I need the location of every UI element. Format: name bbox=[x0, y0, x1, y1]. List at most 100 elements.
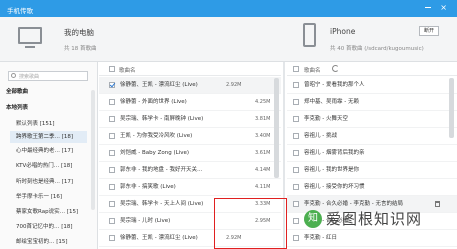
sidebar: 搜索歌曲 全部歌曲 本地列表 默认列表 [151] 跨界歌王第二季… [18] … bbox=[0, 62, 98, 249]
song-name: 徐静蕾、王凯 - 漂流红尘 (Live) bbox=[120, 235, 198, 241]
sidebar-playlist-item[interactable]: 举手摩卡乐一 [16] bbox=[16, 191, 62, 203]
song-size: 4.11M bbox=[255, 184, 271, 190]
song-row[interactable]: 徐静蕾、王凯 - 漂流红尘 (Live) 2.92M bbox=[99, 77, 281, 94]
song-name: 王凯 - 为你我受冷风吹 (Live) bbox=[120, 133, 193, 139]
sidebar-playlist-item[interactable]: 邮绘宝宝初的… [15] bbox=[16, 236, 68, 248]
window-title: 手机传歌 bbox=[7, 7, 33, 15]
song-size: 4.25M bbox=[255, 99, 271, 105]
device-header: 我的电脑 共 18 首歌曲 iPhone 共 40 首歌曲 (/sdcard/k… bbox=[0, 17, 457, 62]
row-checkbox[interactable] bbox=[293, 235, 299, 241]
sidebar-playlist-item[interactable]: 蔡家女歌Rap说实… [15] bbox=[16, 206, 78, 218]
close-icon[interactable]: × bbox=[440, 3, 447, 12]
sidebar-playlist-item[interactable]: 听时刻也是经典… [17] bbox=[16, 176, 73, 188]
row-checkbox[interactable] bbox=[293, 218, 299, 224]
search-placeholder: 搜索歌曲 bbox=[19, 74, 40, 80]
computer-icon bbox=[18, 27, 42, 44]
search-input[interactable]: 搜索歌曲 bbox=[8, 71, 88, 81]
phone-list-scrollbar[interactable] bbox=[449, 78, 454, 138]
song-row[interactable]: 刘恺威 - Baby Zong (Live) 3.61M bbox=[99, 145, 281, 162]
row-checkbox[interactable] bbox=[109, 116, 115, 122]
row-checkbox[interactable] bbox=[293, 82, 299, 88]
row-checkbox[interactable] bbox=[293, 116, 299, 122]
song-row[interactable]: 郭东非 - 我的地盘 - 我好开天关… 4.14M bbox=[99, 162, 281, 179]
phone-song-count: 共 40 首歌曲 (/sdcard/kugoumusic) bbox=[330, 46, 424, 52]
row-checkbox[interactable] bbox=[293, 133, 299, 139]
row-checkbox[interactable] bbox=[293, 150, 299, 156]
column-song-name: 歌曲名 bbox=[304, 68, 321, 74]
song-size: 2.92M bbox=[226, 82, 242, 88]
computer-stand-icon bbox=[25, 46, 35, 48]
song-name: 刘恺威 - Baby Zong (Live) bbox=[120, 150, 189, 156]
song-row[interactable]: 容祖儿 - 接受你的坏习惯 bbox=[287, 179, 457, 196]
row-checkbox[interactable] bbox=[109, 235, 115, 241]
song-row[interactable]: 曾昭宁 - 爱看我的那个人 bbox=[287, 77, 457, 94]
song-row[interactable]: 容祖儿 - 挑战 bbox=[287, 128, 457, 145]
song-name: 容祖儿 - 挑战 bbox=[304, 133, 337, 139]
song-name: 郭东非 - 搞笑歌 (Live) bbox=[120, 184, 176, 190]
trash-icon[interactable] bbox=[435, 201, 440, 207]
row-checkbox[interactable] bbox=[293, 184, 299, 190]
song-name: 郑中基、吴雨霏 - 无赖 bbox=[304, 99, 359, 105]
song-row[interactable]: 李克勤 - 红日 bbox=[287, 230, 457, 247]
song-row[interactable]: 吴宗瑞、韩学卡 - 南屏晚钟 (Live) 3.81M bbox=[99, 111, 281, 128]
sidebar-playlist-item[interactable]: KTV必唱的热门… [18] bbox=[16, 160, 72, 172]
song-row[interactable]: 徐静蕾 - 外面的世界 (Live) 4.25M bbox=[99, 94, 281, 111]
row-checkbox[interactable] bbox=[109, 99, 115, 105]
row-checkbox[interactable] bbox=[109, 184, 115, 190]
all-songs-item[interactable]: 全部歌曲 bbox=[6, 87, 28, 95]
pc-name: 我的电脑 bbox=[64, 28, 94, 37]
song-name: 李克勤 - 红日 bbox=[304, 235, 337, 241]
sidebar-playlist-item[interactable]: 默认列表 [151] bbox=[16, 118, 55, 130]
local-list-header[interactable]: 本地列表 bbox=[6, 103, 28, 111]
list-header: 歌曲名 bbox=[99, 62, 281, 76]
row-checkbox[interactable] bbox=[293, 99, 299, 105]
pc-list-scrollbar[interactable] bbox=[274, 78, 279, 178]
song-name: 李克勤 - 火舞天空 bbox=[304, 116, 348, 122]
row-checkbox[interactable] bbox=[293, 201, 299, 207]
song-name: 徐静蕾、王凯 - 漂流红尘 (Live) bbox=[120, 82, 198, 88]
row-checkbox[interactable] bbox=[109, 218, 115, 224]
watermark-text: 爱图根知识网 bbox=[326, 210, 423, 228]
song-row[interactable]: 王凯 - 为你我受冷风吹 (Live) 3.40M bbox=[99, 128, 281, 145]
row-checkbox[interactable] bbox=[109, 82, 115, 88]
song-size: 3.40M bbox=[255, 133, 271, 139]
row-checkbox[interactable] bbox=[293, 167, 299, 173]
song-size: 4.14M bbox=[255, 167, 271, 173]
refresh-icon[interactable] bbox=[332, 65, 339, 72]
phone-name: iPhone bbox=[330, 27, 356, 36]
sidebar-scrollbar[interactable] bbox=[91, 90, 95, 210]
song-row[interactable]: 李克勤 - 火舞天空 bbox=[287, 111, 457, 128]
watermark-logo: 知 bbox=[304, 210, 322, 228]
column-song-name: 歌曲名 bbox=[119, 68, 136, 74]
row-checkbox[interactable] bbox=[109, 167, 115, 173]
song-name: 吴宗瑞、韩学卡 - 天上人间 (Live) bbox=[120, 201, 204, 207]
song-name: 吴宗瑞 - 儿时 (Live) bbox=[120, 218, 171, 224]
song-name: 容祖儿 - 烟雾背后我的亲 bbox=[304, 150, 365, 156]
search-icon bbox=[11, 73, 16, 78]
song-name: 容祖儿 - 接受你的坏习惯 bbox=[304, 184, 365, 190]
select-all-checkbox[interactable] bbox=[109, 66, 115, 72]
sidebar-playlist-item[interactable]: 跨界歌王第二季… [18] bbox=[10, 131, 87, 143]
song-name: 吴宗瑞、韩学卡 - 南屏晚钟 (Live) bbox=[120, 116, 204, 122]
song-name: 郭东非 - 我的地盘 - 我好开天关… bbox=[120, 167, 203, 173]
sidebar-playlist-item[interactable]: 700首记忆中的… [18] bbox=[16, 221, 73, 233]
song-size: 3.81M bbox=[255, 116, 271, 122]
row-checkbox[interactable] bbox=[109, 150, 115, 156]
row-checkbox[interactable] bbox=[109, 201, 115, 207]
phone-icon bbox=[303, 23, 316, 47]
sidebar-playlist-item[interactable]: 心中最经典的老… [17] bbox=[16, 145, 73, 157]
song-row[interactable]: 容祖儿 - 我的世界是你 bbox=[287, 162, 457, 179]
row-checkbox[interactable] bbox=[109, 133, 115, 139]
title-bar: 手机传歌 × bbox=[0, 0, 457, 17]
song-size: 3.61M bbox=[255, 150, 271, 156]
song-name: 曾昭宁 - 爱看我的那个人 bbox=[304, 82, 365, 88]
pc-song-count: 共 18 首歌曲 bbox=[64, 46, 97, 52]
song-row[interactable]: 郑中基、吴雨霏 - 无赖 bbox=[287, 94, 457, 111]
select-all-checkbox[interactable] bbox=[293, 66, 299, 72]
minimize-button[interactable] bbox=[425, 7, 431, 8]
song-row[interactable]: 郭东非 - 搞笑歌 (Live) 4.11M bbox=[99, 179, 281, 196]
list-header: 歌曲名 bbox=[287, 62, 457, 76]
disconnect-button[interactable]: 断开 bbox=[419, 26, 439, 36]
song-name: 徐静蕾 - 外面的世界 (Live) bbox=[120, 99, 187, 105]
song-row[interactable]: 容祖儿 - 烟雾背后我的亲 bbox=[287, 145, 457, 162]
